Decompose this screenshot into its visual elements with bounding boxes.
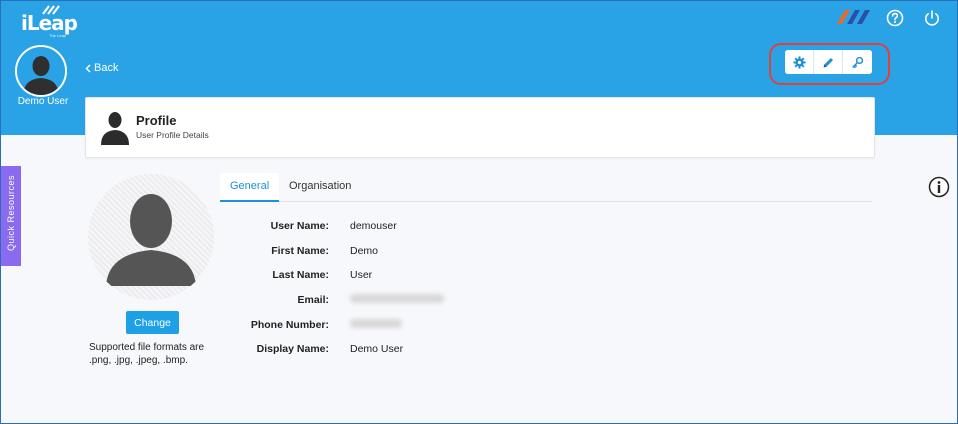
edit-button[interactable] bbox=[814, 50, 843, 74]
redacted-email bbox=[350, 294, 444, 303]
field-value-email bbox=[350, 294, 444, 306]
redacted-phone bbox=[350, 319, 402, 328]
change-password-button[interactable] bbox=[843, 50, 872, 74]
profile-header-card: Profile User Profile Details bbox=[85, 97, 875, 158]
chevron-left-icon bbox=[85, 63, 91, 73]
field-label-phone: Phone Number: bbox=[250, 319, 329, 331]
field-label-display-name: Display Name: bbox=[256, 343, 329, 355]
key-icon bbox=[852, 56, 864, 68]
user-display-name: Demo User bbox=[17, 96, 69, 107]
field-value-first-name: Demo bbox=[350, 245, 379, 257]
field-label-last-name: Last Name: bbox=[272, 269, 329, 281]
field-label-username: User Name: bbox=[270, 220, 329, 232]
page-subtitle: User Profile Details bbox=[136, 130, 209, 140]
back-link[interactable]: Back bbox=[85, 62, 118, 74]
profile-actions-highlight bbox=[769, 43, 890, 85]
page-title: Profile bbox=[136, 113, 177, 128]
gear-icon bbox=[792, 55, 806, 69]
pencil-icon bbox=[823, 57, 833, 67]
settings-button[interactable] bbox=[785, 50, 814, 74]
profile-tabs: General Organisation bbox=[220, 173, 872, 202]
tab-organisation[interactable]: Organisation bbox=[279, 173, 361, 202]
field-value-phone bbox=[350, 319, 402, 331]
profile-photo bbox=[88, 174, 214, 300]
info-icon[interactable] bbox=[928, 176, 950, 198]
logo-text: iLeap bbox=[21, 11, 78, 35]
field-value-last-name: User bbox=[350, 269, 373, 281]
app-window: iLeap The Leap Demo User Back Profile Us… bbox=[0, 0, 958, 424]
profile-actions-group bbox=[785, 50, 872, 74]
field-label-email: Email: bbox=[297, 294, 329, 306]
person-placeholder-icon bbox=[106, 194, 196, 286]
power-icon[interactable] bbox=[923, 9, 941, 27]
back-label: Back bbox=[94, 62, 119, 74]
field-label-first-name: First Name: bbox=[271, 245, 329, 257]
quick-resources-label: Quick Resources bbox=[6, 174, 16, 252]
quick-resources-tab[interactable]: Quick Resources bbox=[1, 166, 21, 266]
field-value-display-name: Demo User bbox=[350, 343, 404, 355]
ileap-logo[interactable]: iLeap The Leap bbox=[19, 5, 79, 38]
user-avatar[interactable] bbox=[15, 45, 67, 97]
brand-stripes-icon bbox=[837, 10, 870, 24]
logo-tagline: The Leap bbox=[49, 33, 66, 38]
person-silhouette-icon bbox=[17, 47, 65, 95]
help-circle-icon[interactable] bbox=[886, 9, 904, 27]
tab-general[interactable]: General bbox=[220, 173, 280, 202]
field-value-username: demouser bbox=[350, 220, 397, 232]
profile-user-icon bbox=[101, 112, 129, 145]
